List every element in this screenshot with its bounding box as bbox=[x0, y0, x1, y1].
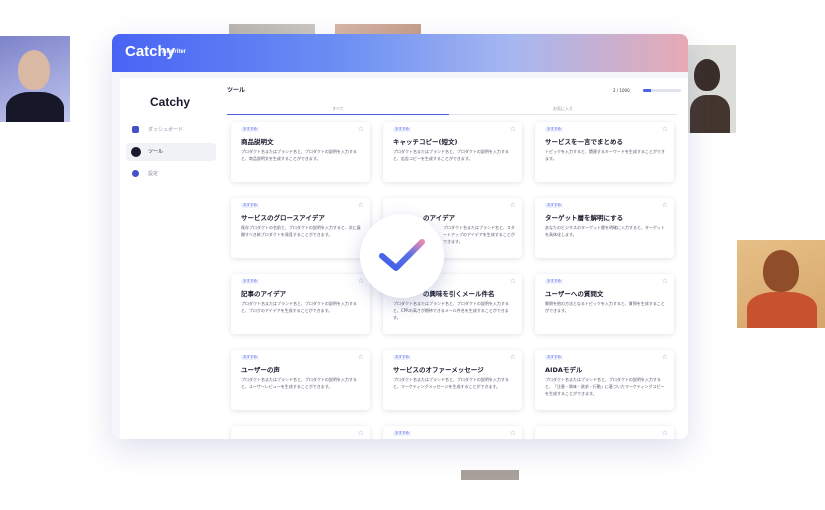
tool-card[interactable]: おすすめ ☆ ユーザーへの質問文 質問を他の方法となるトピックを入力すると、質問… bbox=[535, 274, 674, 334]
tool-card[interactable]: おすすめ ☆ ターゲット層を解明にする あなたのビジネスのターゲット層を明確に入… bbox=[535, 198, 674, 258]
card-title: 商品説明文 bbox=[241, 138, 274, 146]
star-icon[interactable]: ☆ bbox=[358, 125, 364, 133]
usage-progress-bar bbox=[643, 89, 681, 92]
card-description: プロダクト名またはブランド名と、プロダクトの説明を入力すると、商品説明文を生成す… bbox=[241, 149, 357, 161]
card-description: プロダクト名またはブランド名と、プロダクトの説明を入力すると、ブログのアイデアを… bbox=[241, 301, 357, 313]
star-icon[interactable]: ☆ bbox=[510, 429, 516, 437]
star-icon[interactable]: ☆ bbox=[662, 353, 668, 361]
recommend-badge: おすすめ bbox=[241, 279, 259, 284]
sidebar-logo: Catchy bbox=[150, 95, 191, 109]
card-description: プロダクト名またはブランド名と、プロダクトの説明を入力すると、ユーザーレビューを… bbox=[241, 377, 357, 389]
tool-card[interactable]: ☆ bbox=[535, 426, 674, 439]
tool-card[interactable]: おすすめ ☆ サービスのグロースアイデア 既存プロダクトの名前と、プロダクトの説… bbox=[231, 198, 370, 258]
star-icon[interactable]: ☆ bbox=[358, 201, 364, 209]
top-bar: Catchy AI writer bbox=[112, 34, 688, 72]
card-description: あなたのビジネスのターゲット層を明確に入力すると、ターゲットを具体化します。 bbox=[545, 225, 665, 237]
card-description: 既存プロダクトの名前と、プロダクトの説明を入力すると、次に展開すべき新プロダクト… bbox=[241, 225, 361, 237]
card-title: サービスのグロースアイデア bbox=[241, 214, 325, 222]
sidebar-item-label: ツール bbox=[148, 149, 164, 155]
star-icon[interactable]: ☆ bbox=[510, 277, 516, 285]
user-photo-5 bbox=[737, 240, 825, 328]
card-title: サービスのオファーメッセージ bbox=[393, 366, 484, 374]
tab-all[interactable]: すべて bbox=[227, 104, 449, 115]
tool-card[interactable]: おすすめ ☆ サービスのオファーメッセージ プロダクト名またはブランド名と、プロ… bbox=[383, 350, 522, 410]
card-description: プロダクト名またはブランド名と、スタートアップのアイデアを生成することができます… bbox=[443, 225, 515, 244]
settings-icon bbox=[132, 170, 139, 177]
card-description: トピックを入力すると、関連するキーワードを生成することができます。 bbox=[545, 149, 665, 161]
dashboard-icon bbox=[132, 126, 139, 133]
recommend-badge: おすすめ bbox=[393, 127, 411, 132]
tool-card[interactable]: おすすめ ☆ サービスを一言でまとめる トピックを入力すると、関連するキーワード… bbox=[535, 122, 674, 182]
tool-card[interactable]: おすすめ ☆ キャッチコピー(短文) プロダクト名またはブランド名と、プロダクト… bbox=[383, 122, 522, 182]
tool-card[interactable]: ☆ bbox=[231, 426, 370, 439]
recommend-badge: おすすめ bbox=[241, 203, 259, 208]
tool-card[interactable]: おすすめ ☆ ユーザーの声 プロダクト名またはブランド名と、プロダクトの説明を入… bbox=[231, 350, 370, 410]
success-check-badge bbox=[360, 214, 444, 298]
recommend-badge: おすすめ bbox=[545, 355, 563, 360]
star-icon[interactable]: ☆ bbox=[662, 125, 668, 133]
card-description: プロダクト名またはブランド名と、プロダクトの説明を入力すると、マーケティングメッ… bbox=[393, 377, 509, 389]
card-title: キャッチコピー(短文) bbox=[393, 138, 458, 146]
usage-count: 2 / 1000 bbox=[613, 88, 630, 93]
card-description: プロダクト名またはブランド名と、プロダクトの説明を入力すると、広告コピーを生成す… bbox=[393, 149, 509, 161]
user-photo-4 bbox=[688, 45, 736, 133]
user-photo-6 bbox=[461, 470, 519, 480]
recommend-badge: おすすめ bbox=[241, 355, 259, 360]
user-photo-1 bbox=[0, 36, 70, 122]
recommend-badge: おすすめ bbox=[393, 431, 411, 436]
star-icon[interactable]: ☆ bbox=[662, 429, 668, 437]
sidebar-item-dashboard[interactable]: ダッシュボード bbox=[126, 121, 216, 139]
card-title: ユーザーへの質問文 bbox=[545, 290, 604, 298]
star-icon[interactable]: ☆ bbox=[510, 125, 516, 133]
recommend-badge: おすすめ bbox=[545, 203, 563, 208]
sidebar-item-label: 設定 bbox=[148, 171, 159, 177]
card-description: 質問を他の方法となるトピックを入力すると、質問を生成することができます。 bbox=[545, 301, 665, 313]
sidebar-item-tools[interactable]: ツール bbox=[126, 143, 216, 161]
page-title: ツール bbox=[227, 87, 246, 94]
brand-subtitle: AI writer bbox=[162, 49, 187, 55]
tab-favorites[interactable]: お気に入り bbox=[449, 104, 677, 115]
recommend-badge: おすすめ bbox=[241, 127, 259, 132]
recommend-badge: おすすめ bbox=[545, 279, 563, 284]
star-icon[interactable]: ☆ bbox=[662, 201, 668, 209]
sidebar-item-label: ダッシュボード bbox=[148, 127, 184, 133]
card-title: 記事のアイデア bbox=[241, 290, 287, 298]
sidebar-item-settings[interactable]: 設定 bbox=[126, 165, 216, 183]
star-icon[interactable]: ☆ bbox=[358, 429, 364, 437]
recommend-badge: おすすめ bbox=[545, 127, 563, 132]
card-title: ユーザーの声 bbox=[241, 366, 280, 374]
recommend-badge: おすすめ bbox=[393, 355, 411, 360]
check-mark-icon bbox=[379, 239, 425, 271]
card-title: ターゲット層を解明にする bbox=[545, 214, 624, 222]
card-description: プロダクト名またはブランド名と、プロダクトの説明を入力すると、「注意・興味・欲求… bbox=[545, 377, 665, 396]
tool-icon bbox=[131, 147, 141, 157]
main-content: ツール 2 / 1000 すべて お気に入り おすすめ ☆ 商品説明文 プロダク… bbox=[223, 78, 688, 439]
tool-card[interactable]: おすすめ ☆ bbox=[383, 426, 522, 439]
tool-card[interactable]: おすすめ ☆ 記事のアイデア プロダクト名またはブランド名と、プロダクトの説明を… bbox=[231, 274, 370, 334]
card-description: プロダクト名またはブランド名と、プロダクトの説明を入力すると、CPRの高さが期待… bbox=[393, 301, 509, 320]
star-icon[interactable]: ☆ bbox=[358, 353, 364, 361]
card-title: サービスを一言でまとめる bbox=[545, 138, 623, 146]
tool-card[interactable]: おすすめ ☆ AIDAモデル プロダクト名またはブランド名と、プロダクトの説明を… bbox=[535, 350, 674, 410]
card-title: AIDAモデル bbox=[545, 366, 583, 374]
usage-progress-fill bbox=[643, 89, 651, 92]
star-icon[interactable]: ☆ bbox=[510, 201, 516, 209]
star-icon[interactable]: ☆ bbox=[662, 277, 668, 285]
sidebar: Catchy ダッシュボード ツール 設定 bbox=[120, 78, 223, 439]
tool-card[interactable]: おすすめ ☆ 商品説明文 プロダクト名またはブランド名と、プロダクトの説明を入力… bbox=[231, 122, 370, 182]
star-icon[interactable]: ☆ bbox=[510, 353, 516, 361]
